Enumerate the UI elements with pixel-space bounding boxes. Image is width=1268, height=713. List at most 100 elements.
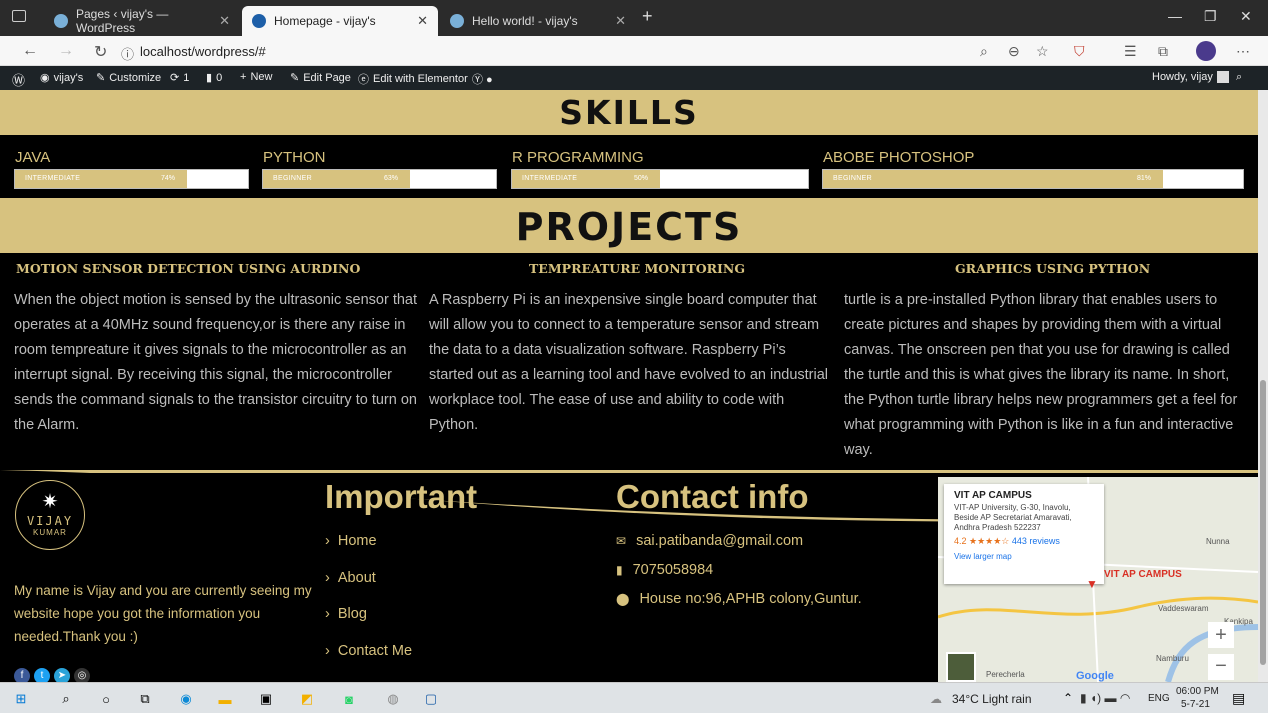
wp-elementor-link[interactable]: ⓔ Edit with Elementor <box>358 71 468 87</box>
site-favicon-icon <box>450 14 464 28</box>
footer-link-contact[interactable]: › Contact Me <box>325 643 412 659</box>
site-favicon-icon <box>252 14 266 28</box>
wp-search-icon[interactable]: ⌕ <box>1236 71 1242 84</box>
footer-about-text: My name is Vijay and you are currently s… <box>14 583 312 644</box>
zoom-in-button[interactable]: + <box>1208 622 1234 648</box>
task-view-icon[interactable]: ⧉ <box>136 690 154 708</box>
telegram-icon[interactable]: ➤ <box>54 668 70 682</box>
map-larger-link[interactable]: View larger map <box>954 552 1094 561</box>
logo-line1: VIJAY <box>26 514 74 528</box>
map-satellite-thumbnail[interactable] <box>946 652 976 682</box>
scrollbar-thumb[interactable] <box>1260 380 1266 665</box>
project-title: GRAPHICS USING PYTHON <box>955 261 1151 276</box>
wordpress-favicon-icon <box>54 14 68 28</box>
plus-icon: + <box>240 71 247 83</box>
minimize-icon[interactable]: — <box>1168 8 1182 24</box>
close-window-icon[interactable]: ✕ <box>1240 8 1252 25</box>
wp-howdy-link[interactable]: Howdy, vijay <box>1152 71 1229 83</box>
close-tab-icon[interactable]: ✕ <box>219 13 230 29</box>
store-icon[interactable]: ▣ <box>257 690 275 708</box>
footer-link-home[interactable]: › Home <box>325 533 377 549</box>
whatsapp-icon[interactable]: ◙ <box>340 690 358 708</box>
zoom-out-button[interactable]: − <box>1208 654 1234 680</box>
weather-text[interactable]: 34°C Light rain <box>952 692 1032 706</box>
map-marker-label: VIT AP CAMPUS <box>1104 569 1182 580</box>
contact-email[interactable]: ✉ sai.patibanda@gmail.com <box>616 533 803 549</box>
zoom-icon[interactable]: ⊖ <box>1008 43 1020 60</box>
edge-icon[interactable]: ◉ <box>177 690 195 708</box>
maximize-icon[interactable]: ❐ <box>1204 8 1217 25</box>
more-icon[interactable]: ⋯ <box>1236 43 1250 60</box>
collections-icon[interactable]: ⧉ <box>1158 43 1168 60</box>
footer-link-about[interactable]: › About <box>325 570 376 586</box>
windows-taskbar: ⊞ ⌕ ○ ⧉ ◉ ▬ ▣ ◩ ◙ ◍ ▢ ☁ 34°C Light rain … <box>0 682 1268 713</box>
user-avatar <box>1216 71 1229 83</box>
map-rating-row: 4.2 ★★★★☆ 443 reviews <box>954 536 1094 547</box>
tab-actions-icon[interactable] <box>12 10 26 22</box>
wp-new-link[interactable]: + New <box>240 71 272 83</box>
close-tab-icon[interactable]: ✕ <box>417 13 428 29</box>
wp-updates-link[interactable]: ⟳ 1 <box>170 71 189 85</box>
skills-heading-band: SKILLS <box>0 90 1258 135</box>
project-description: turtle is a pre-installed Python library… <box>844 292 1238 458</box>
projects-heading: PROJECTS <box>515 205 743 249</box>
yoast-icon[interactable]: Ⓨ ● <box>472 71 493 87</box>
tab-homepage[interactable]: Homepage - vijay's ✕ <box>242 6 438 36</box>
wp-comments-link[interactable]: ▮ 0 <box>206 71 222 85</box>
app-icon[interactable]: ◍ <box>384 690 402 708</box>
skill-name: JAVA <box>15 149 51 166</box>
wordpress-logo-icon[interactable]: Ⓦ <box>12 70 25 89</box>
app-icon[interactable]: ▢ <box>422 690 440 708</box>
sticky-notes-icon[interactable]: ◩ <box>298 690 316 708</box>
logo-star-icon: ✷ <box>41 491 59 513</box>
map-place: Nunna <box>1206 537 1230 546</box>
contact-phone[interactable]: ▮ 7075058984 <box>616 562 713 578</box>
info-icon[interactable]: ⓘ <box>121 44 134 63</box>
file-explorer-icon[interactable]: ▬ <box>216 690 234 708</box>
weather-icon: ☁ <box>930 692 942 706</box>
favorites-list-icon[interactable]: ☰ <box>1124 43 1137 60</box>
skill-level: BEGINNER <box>833 175 872 182</box>
skill-percent: 63% <box>384 175 399 182</box>
cortana-icon[interactable]: ○ <box>97 690 115 708</box>
star-rating-icon: ★★★★☆ <box>969 536 1010 546</box>
twitter-icon[interactable]: t <box>34 668 50 682</box>
footer-link-blog[interactable]: › Blog <box>325 606 367 622</box>
map-reviews-link[interactable]: 443 reviews <box>1012 536 1060 546</box>
profile-avatar[interactable] <box>1196 41 1216 61</box>
skill-progress-fill <box>823 170 1164 188</box>
windows-start-icon[interactable]: ⊞ <box>12 690 30 708</box>
clock-time[interactable]: 06:00 PM <box>1176 686 1219 697</box>
project-description: When the object motion is sensed by the … <box>14 292 417 433</box>
forward-icon[interactable]: → <box>58 42 74 60</box>
google-map-embed[interactable]: VIT AP CAMPUS VIT-AP University, G-30, I… <box>938 477 1258 682</box>
back-icon[interactable]: ← <box>22 42 38 60</box>
favorite-icon[interactable]: ☆ <box>1036 43 1049 60</box>
tray-chevron-icon[interactable]: ⌃ <box>1063 691 1073 705</box>
instagram-icon[interactable]: ◎ <box>74 668 90 682</box>
notifications-icon[interactable]: ▤ <box>1232 690 1245 707</box>
search-icon[interactable]: ⌕ <box>980 43 988 60</box>
wp-customize-link[interactable]: ✎ Customize <box>96 71 161 85</box>
pencil-icon: ✎ <box>290 72 300 84</box>
search-icon[interactable]: ⌕ <box>57 690 75 708</box>
map-info-card: VIT AP CAMPUS VIT-AP University, G-30, I… <box>944 484 1104 584</box>
map-place: Vaddeswaram <box>1158 604 1209 613</box>
skill-progress-bar: BEGINNER 63% <box>262 169 497 189</box>
wp-site-link[interactable]: ◉ vijay's <box>40 71 83 85</box>
wp-edit-page-link[interactable]: ✎ Edit Page <box>290 71 351 85</box>
clock-date[interactable]: 5-7-21 <box>1181 699 1210 710</box>
facebook-icon[interactable]: f <box>14 668 30 682</box>
close-tab-icon[interactable]: ✕ <box>615 13 626 29</box>
skill-progress-bar: INTERMEDIATE 74% <box>14 169 249 189</box>
url-field[interactable]: localhost/wordpress/# <box>140 44 266 59</box>
language-indicator[interactable]: ENG <box>1148 693 1170 704</box>
brush-icon: ✎ <box>96 72 106 84</box>
phone-icon: ▮ <box>616 563 623 577</box>
tab-hello-world[interactable]: Hello world! - vijay's ✕ <box>440 6 636 36</box>
extension-icon[interactable]: ⛉ <box>1074 43 1085 60</box>
refresh-icon[interactable]: ↻ <box>94 42 107 62</box>
tab-wordpress-pages[interactable]: Pages ‹ vijay's — WordPress ✕ <box>44 6 240 36</box>
tray-icons[interactable]: ▮ ◖) ▬ ◠ <box>1080 691 1130 705</box>
new-tab-button[interactable]: + <box>642 6 653 27</box>
